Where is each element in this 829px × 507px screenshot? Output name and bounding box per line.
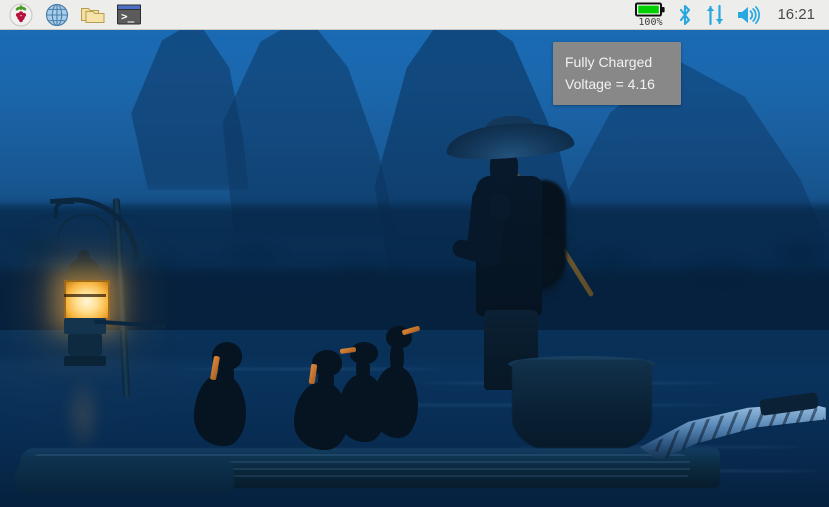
network-updown-icon [707, 4, 724, 25]
file-manager-button[interactable] [78, 1, 108, 29]
wallpaper-image [0, 30, 829, 507]
lantern-foot [68, 334, 102, 356]
desktop-screen: >_ 100% 16:21 Fully Charged Voltage = 4.… [0, 0, 829, 507]
volume-indicator[interactable] [736, 4, 762, 26]
globe-icon [45, 3, 69, 26]
speaker-icon [738, 5, 761, 24]
tooltip-line-voltage: Voltage = 4.16 [565, 75, 655, 92]
lantern [24, 170, 184, 410]
raft-log [14, 458, 234, 494]
lantern-top [68, 258, 100, 282]
lantern-hook [54, 200, 74, 218]
bluetooth-icon [680, 4, 691, 25]
raspberry-icon [9, 3, 33, 26]
web-browser-button[interactable] [42, 1, 72, 29]
fisherman-hand [490, 194, 510, 220]
svg-text:>_: >_ [121, 10, 135, 23]
raspberry-menu-button[interactable] [6, 1, 36, 29]
battery-percent-label: 100% [638, 16, 663, 28]
lantern-glass-glow [64, 280, 110, 320]
tooltip-line-charge-status: Fully Charged [565, 54, 653, 70]
battery-indicator[interactable]: 100% [633, 2, 667, 28]
battery-full-icon [635, 2, 666, 16]
taskbar-launchers: >_ [0, 1, 144, 29]
system-tray: 100% 16:21 [633, 0, 829, 30]
desktop-area[interactable] [0, 30, 829, 507]
folder-icon [81, 7, 105, 23]
cormorant-beak [308, 363, 318, 385]
taskbar: >_ 100% 16:21 [0, 0, 829, 30]
taskbar-clock[interactable]: 16:21 [771, 6, 819, 23]
terminal-button[interactable]: >_ [114, 1, 144, 29]
fishing-basket [512, 360, 652, 452]
battery-tooltip: Fully Charged Voltage = 4.16 [553, 42, 681, 106]
terminal-icon: >_ [117, 4, 141, 25]
cormorant-bird [190, 340, 260, 450]
cormorant-bird [368, 325, 426, 442]
bluetooth-indicator[interactable] [676, 3, 694, 27]
lantern-bar [64, 294, 106, 297]
straw-hat [444, 119, 576, 163]
cormorant-body [372, 366, 418, 438]
lantern-foot-plate [64, 356, 106, 366]
network-indicator[interactable] [703, 3, 727, 27]
